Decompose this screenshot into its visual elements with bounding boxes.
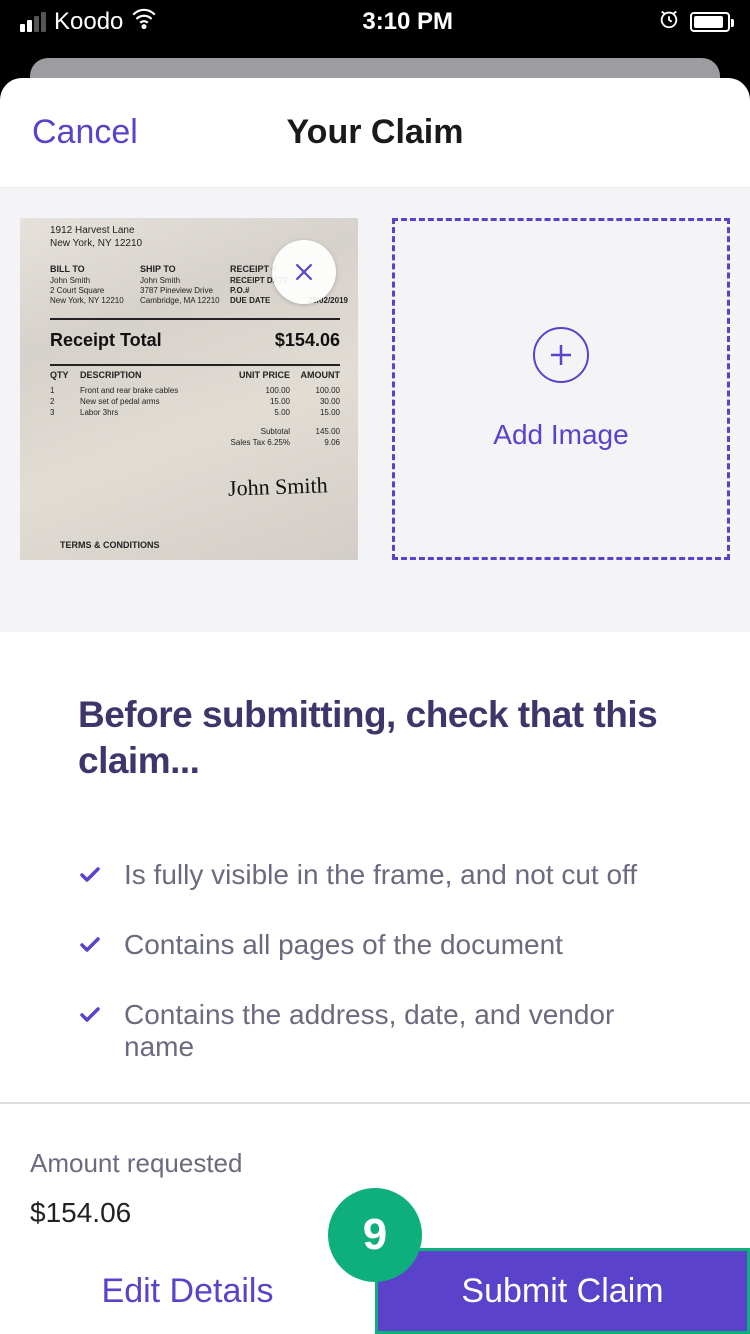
receipt-total-label: Receipt Total <box>50 330 162 351</box>
receipt-text: John Smith <box>140 276 230 286</box>
footer: Amount requested $154.06 Edit Details Su… <box>0 1102 750 1334</box>
receipt-terms: TERMS & CONDITIONS <box>60 540 160 550</box>
receipt-col: UNIT PRICE <box>230 370 290 380</box>
checklist-heading: Before submitting, check that this claim… <box>78 692 672 785</box>
remove-image-button[interactable] <box>272 240 336 304</box>
receipt-label: SHIP TO <box>140 264 230 276</box>
receipt-signature: John Smith <box>228 472 328 501</box>
add-image-button[interactable]: Add Image <box>392 218 730 560</box>
receipt-text: 3787 Pineview Drive <box>140 286 230 296</box>
receipt-text: 2 Court Square <box>50 286 140 296</box>
alarm-icon <box>658 8 680 37</box>
wifi-icon <box>131 6 157 39</box>
receipt-col: QTY <box>50 370 80 380</box>
receipt-label: DUE DATE <box>230 296 270 306</box>
check-icon <box>78 863 102 887</box>
cancel-button[interactable]: Cancel <box>32 113 138 152</box>
signal-icon <box>20 12 46 32</box>
receipt-text: Cambridge, MA 12210 <box>140 296 230 306</box>
edit-details-button[interactable]: Edit Details <box>0 1248 375 1334</box>
close-icon <box>291 259 317 285</box>
page-title: Your Claim <box>287 113 464 152</box>
receipt-thumbnail[interactable]: 1912 Harvest Lane New York, NY 12210 BIL… <box>20 218 358 560</box>
plus-icon <box>533 327 589 383</box>
receipt-text: New York, NY 12210 <box>50 296 140 306</box>
add-image-label: Add Image <box>493 419 628 451</box>
check-icon <box>78 1003 102 1027</box>
checklist-item: Is fully visible in the frame, and not c… <box>78 859 672 891</box>
step-badge: 9 <box>328 1188 422 1282</box>
carrier-label: Koodo <box>54 8 123 36</box>
amount-requested-label: Amount requested <box>30 1148 720 1179</box>
image-row: 1912 Harvest Lane New York, NY 12210 BIL… <box>0 188 750 632</box>
checklist-item-text: Contains all pages of the document <box>124 929 563 961</box>
check-icon <box>78 933 102 957</box>
checklist-item-text: Is fully visible in the frame, and not c… <box>124 859 637 891</box>
receipt-text: John Smith <box>50 276 140 286</box>
receipt-col: DESCRIPTION <box>80 370 230 380</box>
checklist-item-text: Contains the address, date, and vendor n… <box>124 999 672 1063</box>
receipt-addr: 1912 Harvest Lane <box>50 224 348 237</box>
submit-claim-button[interactable]: Submit Claim <box>375 1248 750 1334</box>
battery-icon <box>690 12 730 32</box>
receipt-total-value: $154.06 <box>275 330 340 351</box>
checklist-item: Contains the address, date, and vendor n… <box>78 999 672 1063</box>
clock: 3:10 PM <box>362 8 453 36</box>
receipt-col: AMOUNT <box>290 370 340 380</box>
status-bar: Koodo 3:10 PM <box>0 0 750 44</box>
checklist: Is fully visible in the frame, and not c… <box>78 859 672 1133</box>
checklist-item: Contains all pages of the document <box>78 929 672 961</box>
nav-bar: Cancel Your Claim <box>0 78 750 188</box>
receipt-label: BILL TO <box>50 264 140 276</box>
